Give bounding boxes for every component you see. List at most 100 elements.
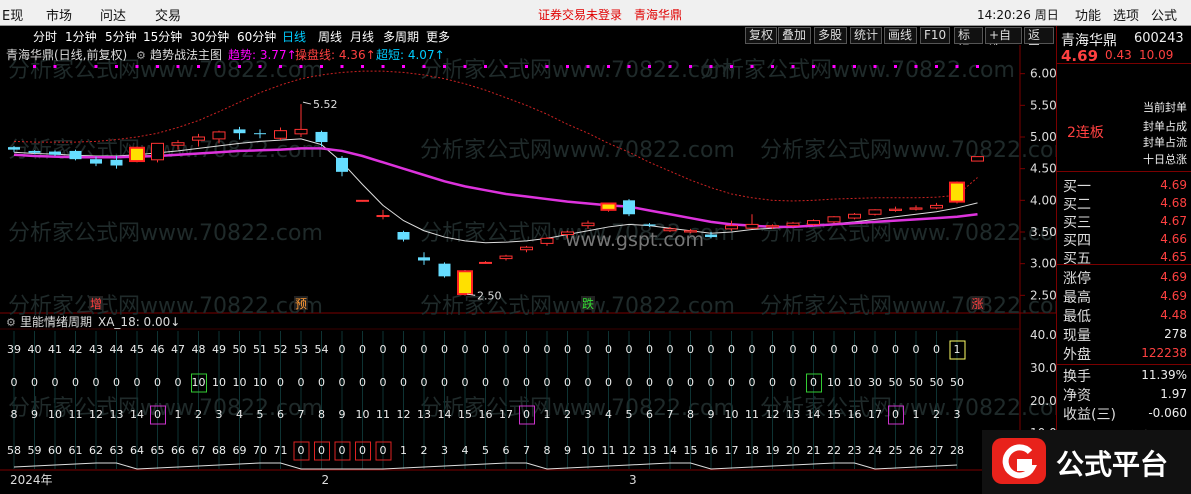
logo-g-icon [992, 438, 1046, 484]
seal-current: 当前封单 [1143, 101, 1187, 114]
stat-value-2: 4.48 [1160, 308, 1187, 322]
candle-body-highlight [457, 270, 473, 296]
sub-cell: 0 [380, 376, 387, 389]
legend-item-0: 趋势: 3.77↑ [228, 48, 297, 62]
period-tab-9[interactable]: 多周期 [383, 28, 419, 45]
period-tab-3[interactable]: 15分钟 [143, 28, 182, 45]
sub-cell: 0 [523, 408, 530, 421]
menu-item-wenda[interactable]: 问达 [100, 5, 126, 24]
period-tab-4[interactable]: 30分钟 [190, 28, 229, 45]
sub-cell: 6 [503, 444, 510, 457]
candle-body-up [889, 208, 902, 211]
menu-item-function[interactable]: 功能 [1075, 5, 1101, 24]
sub-cell: 0 [175, 376, 182, 389]
sub-cell: 15 [458, 408, 472, 421]
toolbar-button-1[interactable]: 叠加 [778, 27, 811, 44]
limit-up-streak: 2连板 [1067, 125, 1104, 141]
chart-area[interactable]: 分析家公式网www.70822.com 分析家公式网www.70822.com 分析… [0, 45, 1056, 494]
sub-cell: 5 [482, 444, 489, 457]
candle-body-up [971, 156, 984, 162]
sub-cell: 13 [417, 408, 431, 421]
candle-body-down [49, 151, 61, 155]
toolbar-button-3[interactable]: 统计 [850, 27, 882, 44]
top-dot [648, 65, 651, 68]
sub-cell: 7 [667, 408, 674, 421]
sub-cell: 39 [7, 343, 21, 356]
sub-cell: 60 [48, 444, 62, 457]
candle-body-up [745, 223, 759, 229]
toolbar-button-0[interactable]: 复权 [745, 27, 777, 44]
sub-cell: 0 [11, 376, 18, 389]
menu-item-trade[interactable]: 交易 [155, 5, 181, 24]
stat2-label-1: 净资 [1063, 388, 1091, 404]
last-price: 4.69 [1061, 47, 1099, 65]
top-dot [525, 65, 528, 68]
toolbar-button-7[interactable]: +自选 [985, 27, 1022, 57]
top-dot [361, 65, 364, 68]
toolbar-button-2[interactable]: 多股 [814, 27, 847, 44]
sub-cell: 10 [725, 408, 739, 421]
watermark-5: 分析家公式网www.70822.com [760, 138, 1056, 163]
top-dot [627, 65, 631, 68]
stat-value-0: 4.69 [1160, 270, 1187, 284]
sub-cell: 0 [441, 376, 448, 389]
low-label: 2.50 [477, 289, 502, 302]
candle-body-down [623, 200, 635, 215]
watermark-7: 分析家公式网www.70822.com [420, 58, 735, 83]
sub-cell: 1 [544, 408, 551, 421]
toolbar-button-6[interactable]: 标记 [954, 27, 983, 57]
candle-body-up [376, 215, 390, 218]
candle-body-up [561, 231, 574, 236]
period-tab-10[interactable]: 更多 [426, 28, 450, 45]
sub-cell: 10 [212, 376, 226, 389]
sub-cell: 0 [339, 343, 346, 356]
top-dot [607, 65, 610, 68]
menu-item-options[interactable]: 选项 [1113, 5, 1139, 24]
sub-cell: 0 [728, 343, 735, 356]
sub-cell: 0 [380, 343, 387, 356]
sub-cell: 28 [950, 444, 964, 457]
period-tab-2[interactable]: 5分钟 [105, 28, 137, 45]
top-dot [238, 65, 241, 68]
sub-cell: 0 [298, 444, 305, 457]
candle-body-highlight [949, 181, 965, 203]
sub-cell: 2 [564, 408, 571, 421]
sub-cell: 0 [318, 376, 325, 389]
period-tab-8[interactable]: 月线 [350, 28, 374, 45]
stat2-label-0: 换手 [1063, 369, 1091, 385]
sub-cell: 0 [93, 376, 100, 389]
sub-cell: 25 [889, 444, 903, 457]
sub-cell: 0 [769, 343, 776, 356]
top-dot [873, 65, 877, 68]
top-dot [832, 65, 836, 68]
period-tab-1[interactable]: 1分钟 [65, 28, 97, 45]
period-tab-5[interactable]: 60分钟 [237, 28, 276, 45]
sub-cell: 3 [216, 408, 223, 421]
seal-ratio-float: 封单占流 [1143, 136, 1187, 149]
top-dot [279, 65, 282, 68]
top-dot [976, 65, 979, 68]
sub-cell: 14 [130, 408, 144, 421]
period-tab-7[interactable]: 周线 [318, 28, 342, 45]
toolbar-button-8[interactable]: 返回 [1024, 27, 1054, 57]
marker-2: 跌 [582, 296, 594, 311]
sub-cell: 0 [790, 343, 797, 356]
quote-panel: 青海华鼎 600243 4.69 0.43 10.09 2连板 当前封单 封单占… [1056, 26, 1191, 494]
sub-cell: 12 [397, 408, 411, 421]
candle-body-up [212, 131, 226, 140]
menu-item-home[interactable]: E现 [2, 5, 23, 24]
menu-item-market[interactable]: 市场 [46, 5, 72, 24]
sub-cell: 0 [154, 408, 161, 421]
sub-cell: 0 [749, 376, 756, 389]
sub-cell: 66 [171, 444, 185, 457]
login-notice[interactable]: 证券交易未登录 [538, 6, 622, 23]
toolbar-button-5[interactable]: F10 [920, 27, 950, 44]
toolbar-button-4[interactable]: 画线 [884, 27, 917, 44]
sub-cell: 65 [151, 444, 165, 457]
sub-cell: 49 [212, 343, 226, 356]
sub-cell: 0 [749, 343, 756, 356]
period-tab-6[interactable]: 日线 [282, 28, 306, 45]
watermark-10: 分析家公式网www.70822.com [420, 294, 735, 319]
period-tab-0[interactable]: 分时 [33, 28, 57, 45]
menu-item-formula[interactable]: 公式 [1151, 5, 1177, 24]
